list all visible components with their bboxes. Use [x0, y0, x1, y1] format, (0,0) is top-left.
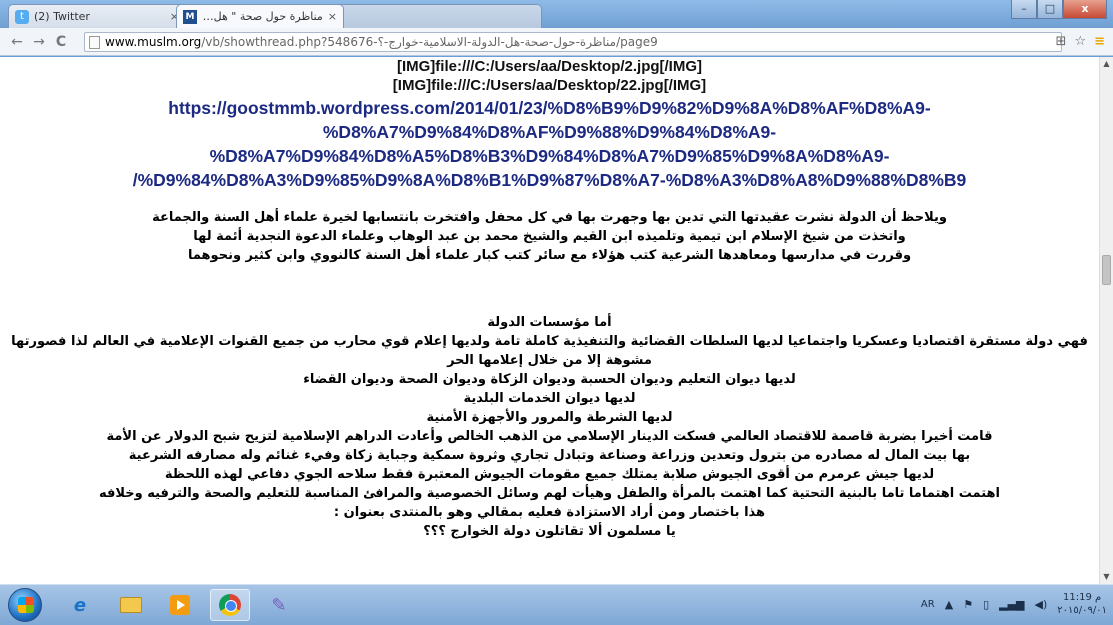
page-content: [IMG]file:///C:/Users/aa/Desktop/2.jpg[/…	[0, 57, 1099, 584]
volume-icon[interactable]: ◀)	[1035, 598, 1048, 611]
page-icon	[89, 35, 100, 49]
img-tag-line: [IMG]file:///C:/Users/aa/Desktop/22.jpg[…	[392, 77, 707, 94]
link-line[interactable]: %D8%A7%D9%84%D8%A5%D8%B3%D9%84%D8%A7%D9%…	[0, 144, 1099, 168]
address-host: www.muslm.org	[105, 35, 202, 49]
close-window-button[interactable]: x	[1063, 0, 1107, 19]
minimize-button[interactable]: –	[1011, 0, 1037, 19]
paragraph-line: وقررت في مدارسها ومعاهدها الشرعية كتب هؤ…	[187, 248, 912, 263]
file-explorer-icon[interactable]	[111, 589, 151, 621]
language-indicator[interactable]: AR	[921, 599, 935, 610]
bookmark-star-icon[interactable]: ☆	[1074, 34, 1086, 49]
address-bar[interactable]: www.muslm.org /vb/showthread.php?548676-…	[84, 32, 1062, 52]
action-center-icon[interactable]: ⚑	[963, 598, 973, 611]
tab-label: مناظرة حول صحة " هل الدولة الا	[202, 10, 323, 23]
reload-button[interactable]: C	[50, 34, 72, 50]
twitter-icon: t	[15, 9, 29, 24]
section-heading: أما مؤسسات الدولة	[487, 315, 612, 330]
tab-label: (2) Twitter	[34, 10, 90, 23]
internet-explorer-icon[interactable]: e	[60, 589, 100, 621]
paragraph-line: لديها جيش عرمرم من أقوى الجيوش صلابة يمت…	[164, 467, 935, 482]
browser-toolbar: ← → C www.muslm.org /vb/showthread.php?5…	[0, 28, 1113, 56]
toolbar-right: ⊞ ☆ ≡	[1056, 34, 1105, 49]
menu-icon[interactable]: ≡	[1094, 34, 1105, 49]
chrome-icon[interactable]	[210, 589, 250, 621]
img-tag-line: [IMG]file:///C:/Users/aa/Desktop/2.jpg[/…	[396, 58, 703, 75]
scroll-down-icon[interactable]: ▼	[1100, 570, 1113, 584]
paragraph-line: ويلاحظ أن الدولة نشرت عقيدتها التي تدين …	[152, 210, 947, 225]
clock-time: 11:19 م	[1063, 592, 1102, 603]
paragraph-line: لديها الشرطة والمرور والأجهزة الأمنية	[426, 410, 673, 425]
link-line[interactable]: https://goostmmb.wordpress.com/2014/01/2…	[0, 96, 1099, 120]
scroll-thumb[interactable]	[1102, 255, 1111, 285]
clock-date: ٢٠١٥/٠٩/٠١	[1057, 605, 1107, 616]
battery-icon[interactable]: ▯	[983, 598, 989, 611]
window-controls: – □ x	[1011, 0, 1107, 20]
paragraph-line: لديها ديوان التعليم وديوان الحسبة وديوان…	[303, 372, 796, 387]
maximize-button[interactable]: □	[1037, 0, 1063, 19]
windows-logo-icon	[18, 597, 34, 613]
paragraph-line: فهي دولة مستقرة اقتصاديا وعسكريا واجتماع…	[11, 334, 1088, 349]
network-signal-icon[interactable]: ▂▄▆	[999, 598, 1024, 611]
site-favicon-icon: M	[183, 9, 197, 24]
paragraph-line: لديها ديوان الخدمات البلدية	[463, 391, 636, 406]
title-bar: t (2) Twitter × M مناظرة حول صحة " هل ال…	[0, 0, 1113, 28]
taskbar: e ✎ AR ▲ ⚑ ▯ ▂▄▆ ◀) 11:19 م ٢٠١٥/٠٩/٠١	[0, 584, 1113, 625]
paragraph-line: يا مسلمون ألا تقاتلون دولة الخوارج ؟؟؟	[423, 524, 676, 539]
tab-muslm[interactable]: M مناظرة حول صحة " هل الدولة الا ×	[176, 4, 344, 28]
tab-twitter[interactable]: t (2) Twitter ×	[8, 4, 186, 28]
paragraph-line: اهتمت اهتماما تاما بالبنية التحتية كما ا…	[98, 486, 1001, 501]
show-hidden-icons-icon[interactable]: ▲	[945, 598, 953, 611]
forward-button[interactable]: →	[28, 34, 50, 50]
close-tab-icon[interactable]: ×	[328, 10, 337, 23]
translate-icon[interactable]: ⊞	[1056, 34, 1067, 49]
link-line[interactable]: /%D9%84%D8%A3%D9%85%D9%8A%D8%B1%D9%87%D8…	[0, 168, 1099, 192]
paragraph-line: قامت أخيرا بضربة قاصمة للاقتصاد العالمي …	[106, 429, 993, 444]
link-line[interactable]: %D8%A7%D9%84%D8%AF%D9%88%D9%84%D8%A9-	[0, 120, 1099, 144]
paragraph-line: مشوهة إلا من خلال إعلامها الحر	[447, 353, 652, 368]
back-button[interactable]: ←	[6, 34, 28, 50]
system-tray: AR ▲ ⚑ ▯ ▂▄▆ ◀) 11:19 م ٢٠١٥/٠٩/٠١	[921, 591, 1107, 617]
paint-icon[interactable]: ✎	[259, 589, 299, 621]
clock[interactable]: 11:19 م ٢٠١٥/٠٩/٠١	[1057, 591, 1107, 617]
paragraph-line: هذا باختصار ومن أراد الاستزادة فعليه بمق…	[333, 505, 766, 520]
start-button[interactable]	[8, 588, 42, 622]
media-player-icon[interactable]	[160, 589, 200, 621]
vertical-scrollbar[interactable]: ▲ ▼	[1099, 57, 1113, 584]
new-tab-button[interactable]	[336, 4, 542, 28]
address-path: /vb/showthread.php?548676-مناظرة-حول-صحة…	[201, 35, 658, 49]
external-link[interactable]: https://goostmmb.wordpress.com/2014/01/2…	[0, 96, 1099, 192]
scroll-up-icon[interactable]: ▲	[1100, 57, 1113, 71]
paragraph-line: بها بيت المال له مصادره من بترول وتعدين …	[128, 448, 971, 463]
paragraph-line: واتخذت من شيخ الإسلام ابن تيمية وتلميذه …	[193, 229, 906, 244]
